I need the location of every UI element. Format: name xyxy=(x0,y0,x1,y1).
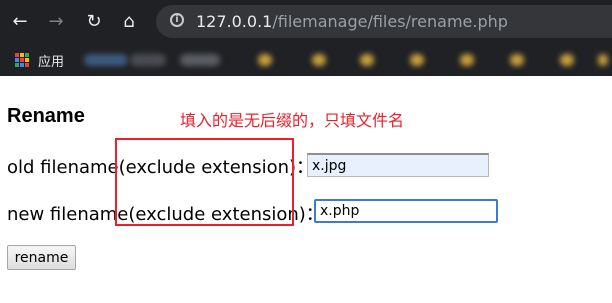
blurred-bookmark[interactable] xyxy=(312,54,326,66)
blurred-bookmark[interactable] xyxy=(130,54,166,66)
blurred-bookmark[interactable] xyxy=(84,54,128,66)
rename-button[interactable]: rename xyxy=(7,245,76,270)
back-arrow-icon[interactable]: ← xyxy=(8,10,32,34)
blurred-bookmark[interactable] xyxy=(258,54,272,66)
old-filename-input[interactable] xyxy=(307,153,489,177)
blurred-bookmark[interactable] xyxy=(410,54,424,66)
address-bar[interactable]: i 127.0.0.1/filemanage/files/rename.php xyxy=(156,5,612,38)
apps-dot xyxy=(20,63,24,67)
annotation-highlight-box xyxy=(115,138,294,226)
browser-toolbar: ← → ↻ ⌂ i 127.0.0.1/filemanage/files/ren… xyxy=(0,0,612,44)
annotation-note: 填入的是无后缀的，只填文件名 xyxy=(180,111,405,130)
apps-dot xyxy=(25,63,29,67)
site-info-icon[interactable]: i xyxy=(170,13,184,27)
forward-arrow-icon[interactable]: → xyxy=(44,10,68,34)
apps-dot xyxy=(25,53,29,57)
blurred-bookmark[interactable] xyxy=(510,54,524,66)
bookmark-apps-label[interactable]: 应用 xyxy=(38,51,64,70)
apps-dot xyxy=(15,63,19,67)
page-title: Rename xyxy=(7,105,85,127)
page-content: Rename 填入的是无后缀的，只填文件名 old filename(exclu… xyxy=(0,76,612,303)
apps-dot xyxy=(20,58,24,62)
new-filename-input[interactable] xyxy=(314,199,498,223)
reload-icon[interactable]: ↻ xyxy=(82,10,106,34)
apps-grid-icon[interactable] xyxy=(15,53,29,67)
apps-dot xyxy=(15,58,19,62)
home-icon[interactable]: ⌂ xyxy=(117,10,141,34)
url-host: 127.0.0.1 xyxy=(196,12,273,31)
blurred-bookmark[interactable] xyxy=(598,54,608,66)
blurred-bookmark[interactable] xyxy=(180,54,220,66)
apps-dot xyxy=(25,58,29,62)
blurred-bookmark[interactable] xyxy=(360,54,374,66)
apps-dot xyxy=(15,53,19,57)
apps-dot xyxy=(20,53,24,57)
url-text[interactable]: 127.0.0.1/filemanage/files/rename.php xyxy=(196,12,508,31)
url-path: /filemanage/files/rename.php xyxy=(272,12,508,31)
blurred-bookmark[interactable] xyxy=(460,54,474,66)
blurred-bookmark[interactable] xyxy=(560,54,574,66)
bookmarks-bar: 应用 xyxy=(0,44,612,76)
